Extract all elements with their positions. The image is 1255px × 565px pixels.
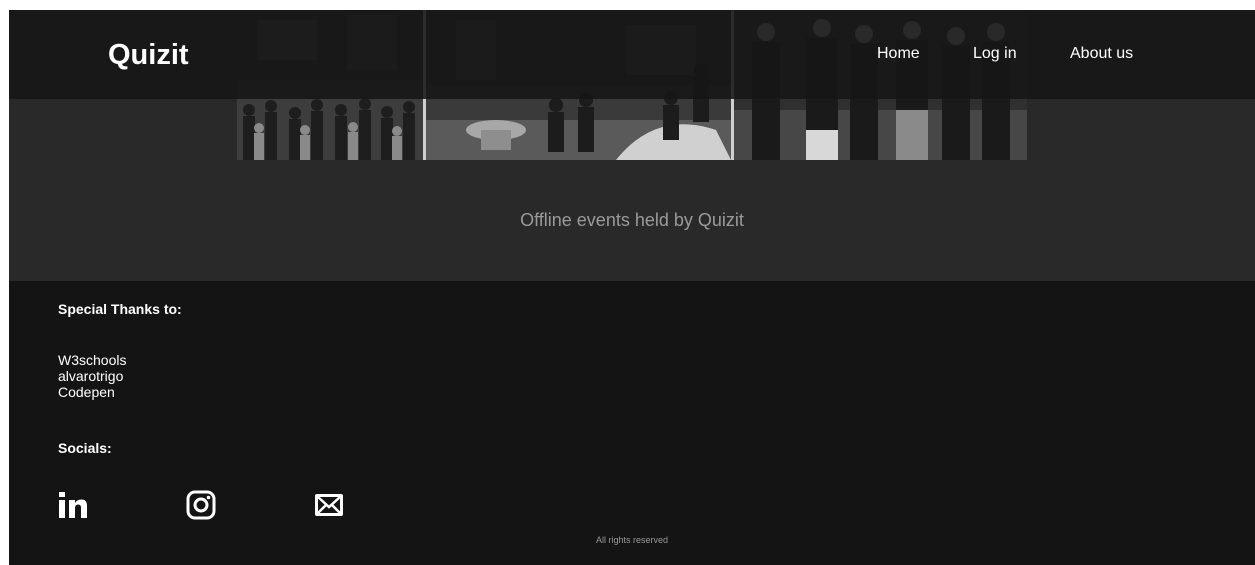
- navbar: Quizit Home Log in About us: [9, 10, 1255, 99]
- page: Offline events held by Quizit Quizit Hom…: [9, 10, 1255, 565]
- nav-home-link[interactable]: Home: [877, 45, 920, 63]
- thanks-link-codepen[interactable]: Codepen: [58, 384, 126, 400]
- thanks-link-w3schools[interactable]: W3schools: [58, 352, 126, 368]
- brand-logo[interactable]: Quizit: [108, 39, 189, 72]
- instagram-icon[interactable]: [184, 488, 218, 522]
- special-thanks-list: W3schools alvarotrigo Codepen: [58, 352, 126, 400]
- linkedin-icon[interactable]: [56, 488, 90, 522]
- thanks-link-alvarotrigo[interactable]: alvarotrigo: [58, 368, 126, 384]
- hero-caption: Offline events held by Quizit: [520, 210, 744, 230]
- special-thanks-heading: Special Thanks to:: [58, 301, 182, 317]
- socials-heading: Socials:: [58, 440, 112, 456]
- nav-login-link[interactable]: Log in: [973, 45, 1017, 63]
- nav-about-link[interactable]: About us: [1070, 45, 1133, 63]
- copyright-text: All rights reserved: [595, 535, 669, 545]
- mail-icon[interactable]: [312, 488, 346, 522]
- footer: Special Thanks to: W3schools alvarotrigo…: [9, 281, 1255, 565]
